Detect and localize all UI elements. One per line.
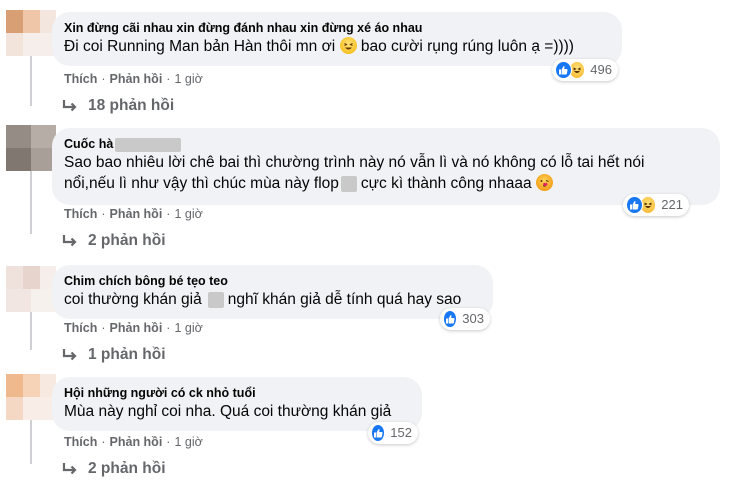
comment-text-line: nổi,nếu lì như vậy thì chúc mùa này flop… <box>64 173 708 194</box>
like-reaction-icon <box>371 424 386 442</box>
reaction-count: 221 <box>661 197 683 212</box>
like-button[interactable]: Thích <box>64 435 97 449</box>
comment-text-part: Đi coi Running Man bản Hàn thôi mn ơi <box>64 38 336 55</box>
replies-count-label: 2 phản hồi <box>88 232 166 249</box>
redacted-block <box>207 291 224 308</box>
author-name: Cuốc hà <box>64 137 114 151</box>
comment-actions: Thích · Phản hồi · 1 giờ <box>64 435 203 449</box>
replies-count-label: 18 phản hồi <box>88 97 175 114</box>
avatar[interactable] <box>6 10 56 56</box>
replies-count-label: 1 phản hồi <box>88 346 166 363</box>
like-reaction-icon <box>443 310 458 328</box>
comment-text-part: cực kì thành công nhaaa <box>360 175 532 192</box>
reply-arrow-icon <box>62 100 77 112</box>
reply-button[interactable]: Phản hồi <box>110 435 163 449</box>
reaction-summary[interactable]: 303 <box>440 308 490 330</box>
like-reaction-icon <box>555 61 572 79</box>
comment-time[interactable]: 1 giờ <box>174 435 202 449</box>
comment-text: coi thường khán giả nghĩ khán giả dễ tính… <box>64 289 481 310</box>
comment-time[interactable]: 1 giờ <box>174 207 202 221</box>
comment-actions: Thích · Phản hồi · 1 giờ <box>64 207 203 221</box>
redacted-block <box>115 137 182 152</box>
grinning-squint-emoji <box>339 37 357 54</box>
comment-author[interactable]: Xin đừng cãi nhau xin đừng đánh nhau xin… <box>64 20 610 36</box>
view-replies-link[interactable]: 2 phản hồi <box>62 459 166 479</box>
view-replies-link[interactable]: 2 phản hồi <box>62 231 166 251</box>
replies-count-label: 2 phản hồi <box>88 460 166 477</box>
thread-line <box>30 168 32 234</box>
comment-text: Đi coi Running Man bản Hàn thôi mn ơi ba… <box>64 36 610 57</box>
comment-text-line: Sao bao nhiêu lời chê bai thì chường trì… <box>64 154 645 171</box>
comment-actions: Thích · Phản hồi · 1 giờ <box>64 72 203 86</box>
like-button[interactable]: Thích <box>64 72 97 86</box>
reaction-count: 152 <box>390 425 412 440</box>
reply-button[interactable]: Phản hồi <box>110 321 163 335</box>
kissing-heart-emoji <box>535 174 553 191</box>
avatar[interactable] <box>6 125 56 171</box>
redacted-block <box>340 175 357 192</box>
reaction-count: 303 <box>462 311 484 326</box>
comment-text-part: nghĩ khán giả dễ tính quá hay sao <box>227 291 462 308</box>
avatar[interactable] <box>6 374 56 420</box>
thread-line <box>30 306 32 350</box>
reaction-count: 496 <box>590 62 612 77</box>
thread-line <box>30 50 32 106</box>
comment-bubble: Xin đừng cãi nhau xin đừng đánh nhau xin… <box>52 12 622 66</box>
comment-bubble: Chim chích bông bé tẹo teo coi thường kh… <box>52 265 493 319</box>
comment-actions: Thích · Phản hồi · 1 giờ <box>64 321 203 335</box>
comment-time[interactable]: 1 giờ <box>174 321 202 335</box>
reaction-summary[interactable]: 152 <box>368 422 418 444</box>
reaction-summary[interactable]: 221 <box>623 194 689 216</box>
reply-arrow-icon <box>62 349 77 361</box>
avatar[interactable] <box>6 266 56 312</box>
comment-text-part: coi thường khán giả <box>64 291 202 308</box>
reply-button[interactable]: Phản hồi <box>110 72 163 86</box>
comment-text-part: bao cười rụng rúng luôn ạ =)))) <box>360 38 574 55</box>
comment-text-part: nổi,nếu lì như vậy thì chúc mùa này flop <box>64 175 339 192</box>
reply-arrow-icon <box>62 235 77 247</box>
comment-text: Sao bao nhiêu lời chê bai thì chường trì… <box>64 152 708 194</box>
reply-arrow-icon <box>62 463 77 475</box>
comment-time[interactable]: 1 giờ <box>174 72 202 86</box>
comment-author[interactable]: Cuốc hà <box>64 136 708 152</box>
comment-bubble: Cuốc hà Sao bao nhiêu lời chê bai thì ch… <box>52 128 720 205</box>
view-replies-link[interactable]: 18 phản hồi <box>62 96 174 116</box>
comment-author[interactable]: Chim chích bông bé tẹo teo <box>64 273 481 289</box>
like-reaction-icon <box>626 196 643 214</box>
like-button[interactable]: Thích <box>64 207 97 221</box>
reply-button[interactable]: Phản hồi <box>110 207 163 221</box>
view-replies-link[interactable]: 1 phản hồi <box>62 345 166 365</box>
comment-author[interactable]: Hội những người có ck nhỏ tuổi <box>64 385 410 401</box>
comment-text: Mùa này nghỉ coi nha. Quá coi thường khá… <box>64 403 392 420</box>
reaction-summary[interactable]: 496 <box>552 59 618 81</box>
comment-bubble: Hội những người có ck nhỏ tuổi Mùa này n… <box>52 377 422 431</box>
like-button[interactable]: Thích <box>64 321 97 335</box>
